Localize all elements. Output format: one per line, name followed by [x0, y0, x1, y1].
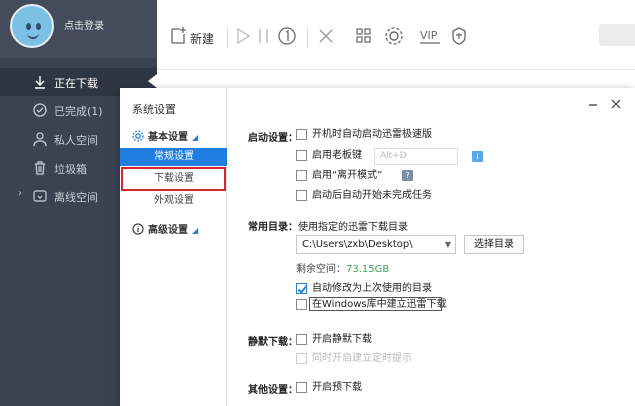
- directory-label-text: 常用目录：: [248, 222, 298, 233]
- directory-desc: 使用指定的迅雷下载目录: [298, 222, 408, 233]
- sidebar-item-label: 私人空间: [54, 134, 98, 147]
- svg-text:VIP: VIP: [420, 29, 438, 42]
- sidebar-item-label: 已完成(1): [54, 105, 103, 118]
- directory-label: 常用目录：使用指定的迅雷下载目录: [248, 218, 408, 233]
- avatar[interactable]: [10, 4, 54, 48]
- focus-outline: [309, 297, 442, 311]
- nav-group-basic-label: 基本设置: [148, 132, 188, 143]
- autostart-label: 开机时自动启动迅雷极速版: [312, 129, 432, 140]
- active-pointer: [148, 74, 157, 88]
- bosskey-hotkey-input[interactable]: Alt+D: [374, 148, 458, 165]
- chevron-right-icon[interactable]: ›: [18, 188, 22, 199]
- gear-icon: [132, 130, 144, 142]
- shield-icon[interactable]: [450, 26, 468, 48]
- browse-directory-button[interactable]: 选择目录: [464, 235, 524, 254]
- leave-mode-option[interactable]: 启用“离开模式”: [296, 170, 396, 184]
- windows-library-checkbox[interactable]: [296, 299, 307, 310]
- resume-checkbox[interactable]: [296, 190, 307, 201]
- expand-triangle-icon: ◢: [192, 226, 199, 235]
- pause-icon[interactable]: [257, 26, 271, 48]
- bosskey-label: 启用老板键: [312, 150, 362, 161]
- autostart-option[interactable]: 开机时自动启动迅雷极速版: [296, 129, 496, 143]
- chevron-down-icon: ▼: [444, 240, 451, 249]
- dialog-title: 系统设置: [132, 103, 176, 116]
- avatar-mouth: [27, 33, 39, 39]
- download-icon: [32, 74, 48, 90]
- highlight-annotation: [121, 167, 226, 191]
- toolbar: 新建 VIP: [157, 0, 635, 70]
- toolbar-divider: [307, 28, 308, 48]
- nav-group-advanced[interactable]: 高级设置 ◢: [132, 221, 198, 236]
- bosskey-checkbox[interactable]: [296, 150, 307, 161]
- preload-label: 开启预下载: [312, 382, 362, 393]
- bosskey-option[interactable]: 启用老板键: [296, 150, 376, 164]
- help-icon[interactable]: ?: [402, 170, 413, 181]
- trash-icon: [32, 160, 48, 176]
- expand-triangle-icon: ◢: [192, 133, 199, 142]
- download-path-select[interactable]: C:\Users\zxb\Desktop\ ▼: [296, 235, 456, 254]
- resume-option[interactable]: 启动后自动开始未完成任务: [296, 190, 496, 204]
- auto-modify-checkbox[interactable]: [296, 283, 307, 294]
- sidebar-item-label: 离线空间: [54, 191, 98, 204]
- avatar-eye-right: [36, 23, 41, 30]
- sidebar-item-label: 垃圾箱: [54, 163, 87, 176]
- other-settings-label: 其他设置：: [248, 385, 298, 396]
- person-icon: [32, 131, 48, 147]
- silent-download-text: 开启静默下载: [312, 334, 372, 345]
- nav-item-general[interactable]: 常规设置: [120, 148, 227, 166]
- close-icon[interactable]: [610, 98, 622, 113]
- info-icon[interactable]: i: [472, 151, 483, 162]
- auto-modify-label: 自动修改为上次使用的目录: [312, 283, 432, 294]
- nav-group-basic[interactable]: 基本设置 ◢: [132, 128, 198, 143]
- settings-nav: 系统设置 基本设置 ◢ 常规设置 下载设置 外观设置 高级设置 ◢: [120, 88, 227, 406]
- auto-modify-option[interactable]: 自动修改为上次使用的目录: [296, 283, 496, 297]
- delete-icon[interactable]: [317, 26, 335, 48]
- search-box[interactable]: [599, 24, 635, 46]
- account-header: 点击登录: [0, 0, 157, 58]
- silent-download-label: 静默下载：: [248, 337, 298, 348]
- sidebar-item-label: 正在下载: [54, 77, 98, 90]
- login-link[interactable]: 点击登录: [64, 17, 104, 32]
- download-path-value: C:\Users\zxb\Desktop\: [302, 239, 413, 250]
- leave-mode-checkbox[interactable]: [296, 170, 307, 181]
- silent-hint-text: 同时开启建立定时提示: [312, 353, 412, 364]
- new-task-icon[interactable]: [169, 26, 187, 48]
- play-icon[interactable]: [235, 26, 251, 48]
- silent-hint-option: 同时开启建立定时提示: [296, 353, 446, 367]
- avatar-eye-left: [26, 23, 31, 30]
- silent-hint-checkbox: [296, 353, 307, 364]
- autostart-checkbox[interactable]: [296, 129, 307, 140]
- resume-label: 启动后自动开始未完成任务: [312, 190, 432, 201]
- free-space-label: 剩余空间：: [296, 264, 346, 275]
- leave-mode-label: 启用“离开模式”: [312, 170, 383, 181]
- vip-icon[interactable]: VIP: [419, 26, 441, 48]
- grid-view-icon[interactable]: [355, 26, 373, 48]
- nav-item-appearance[interactable]: 外观设置: [120, 192, 227, 210]
- preload-option[interactable]: 开启预下载: [296, 382, 446, 396]
- settings-gear-icon[interactable]: [384, 26, 404, 48]
- limit-speed-icon[interactable]: [277, 26, 297, 48]
- preload-checkbox[interactable]: [296, 382, 307, 393]
- free-space-value: 73.15GB: [346, 264, 390, 275]
- toolbar-divider: [227, 28, 228, 48]
- startup-label: 启动设置：: [248, 133, 298, 144]
- nav-group-advanced-label: 高级设置: [148, 225, 188, 236]
- new-task-button[interactable]: 新建: [190, 30, 214, 47]
- free-space-info: 剩余空间：73.15GB: [296, 260, 389, 275]
- check-circle-icon: [32, 102, 48, 118]
- minimize-icon[interactable]: [587, 98, 599, 113]
- info-circle-icon: [132, 223, 144, 235]
- offline-cloud-icon: [32, 188, 48, 204]
- silent-download-checkbox[interactable]: [296, 334, 307, 345]
- silent-download-option[interactable]: 开启静默下载: [296, 334, 446, 348]
